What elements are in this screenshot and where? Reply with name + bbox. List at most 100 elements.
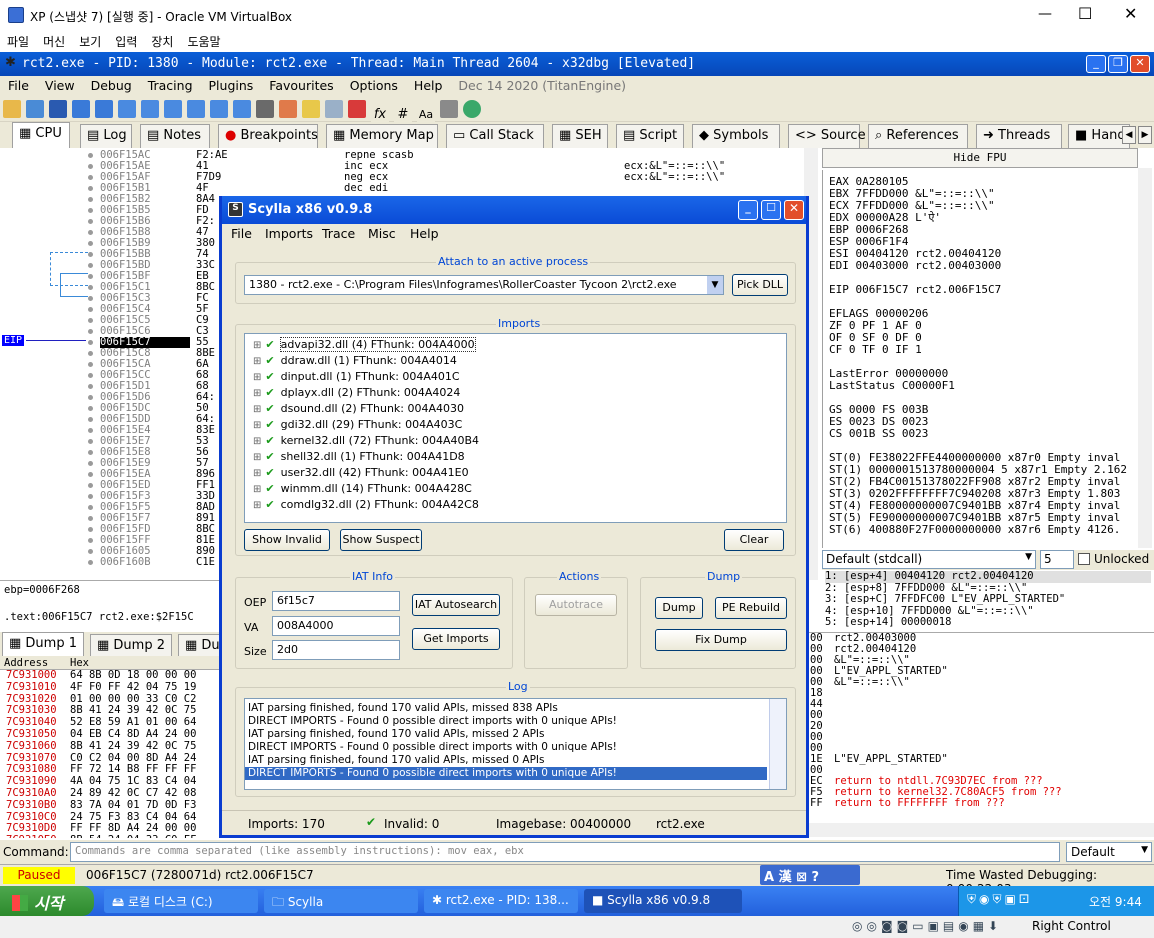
comment-icon[interactable]	[302, 100, 320, 118]
menu-help[interactable]: Help	[406, 76, 451, 95]
trace-over-icon[interactable]	[187, 100, 205, 118]
register-row[interactable]: CS 001B SS 0023	[823, 428, 1138, 440]
close-icon[interactable]: ✕	[1124, 4, 1137, 23]
vbox-menu-machine[interactable]: 머신	[36, 30, 72, 53]
bp-dot[interactable]	[88, 439, 93, 444]
taskbar-item-x32dbg[interactable]: ✱ rct2.exe - PID: 138...	[424, 889, 578, 913]
autotrace-button[interactable]: Autotrace	[535, 594, 617, 616]
expand-icon[interactable]: ⊞	[253, 404, 261, 415]
bp-dot[interactable]	[88, 230, 93, 235]
run-icon[interactable]	[72, 100, 90, 118]
dump-row[interactable]: 7C931050 04 EB C4 8D A4 24 00	[0, 728, 220, 741]
import-module-item[interactable]: ⊞ ✔ dplayx.dll (2) FThunk: 004A4024	[245, 385, 786, 401]
import-module-item[interactable]: ⊞ ✔ user32.dll (42) FThunk: 004A41E0	[245, 465, 786, 481]
expand-icon[interactable]: ⊞	[253, 436, 261, 447]
tab-handles[interactable]: ■ Hand	[1068, 124, 1130, 148]
bp-dot[interactable]	[88, 208, 93, 213]
stack-row[interactable]: 00	[808, 710, 1154, 721]
pe-rebuild-button[interactable]: PE Rebuild	[715, 597, 787, 619]
tab-script[interactable]: ▤ Script	[616, 124, 684, 148]
scylla-menu-help[interactable]: Help	[410, 226, 439, 241]
tab-source[interactable]: <> Source	[788, 124, 866, 148]
dump-row[interactable]: 7C9310A0 24 89 42 0C C7 42 08	[0, 787, 220, 800]
register-row[interactable]: ST(6) 400880F27F0000000000 x87r6 Empty 4…	[823, 524, 1138, 536]
bp-dot[interactable]	[88, 538, 93, 543]
bp-dot[interactable]	[88, 417, 93, 422]
dump-view[interactable]: Address Hex 7C931000 64 8B 0D 18 00 00 00…	[0, 656, 220, 838]
scylla-menu-imports[interactable]: Imports	[265, 226, 313, 241]
taskbar-item-scylla[interactable]: ■ Scylla x86 v0.9.8	[584, 889, 742, 913]
expand-icon[interactable]: ⊞	[253, 372, 261, 383]
get-imports-button[interactable]: Get Imports	[412, 628, 500, 650]
expand-icon[interactable]: ⊞	[253, 484, 261, 495]
bp-dot[interactable]	[88, 252, 93, 257]
log-entry[interactable]: IAT parsing finished, found 170 valid AP…	[245, 728, 767, 741]
scylla-menu-trace[interactable]: Trace	[322, 226, 355, 241]
show-suspect-button[interactable]: Show Suspect	[340, 529, 422, 551]
tab-log[interactable]: ▤ Log	[80, 124, 132, 148]
bp-dot[interactable]	[88, 505, 93, 510]
import-module-item[interactable]: ⊞ ✔ ddraw.dll (1) FThunk: 004A4014	[245, 353, 786, 369]
expand-icon[interactable]: ⊞	[253, 452, 261, 463]
bp-dot[interactable]	[88, 175, 93, 180]
bp-dot[interactable]	[88, 384, 93, 389]
pick-dll-button[interactable]: Pick DLL	[732, 274, 788, 296]
bp-dot[interactable]	[88, 362, 93, 367]
registers-view[interactable]: EAX 0A280105 EBX 7FFDD000 &L"=::=::\\" ECX…	[822, 170, 1138, 548]
bp-dot[interactable]	[88, 560, 93, 565]
run-to-user-icon[interactable]	[233, 100, 251, 118]
step-over-icon[interactable]	[141, 100, 159, 118]
scylla-maximize-icon[interactable]: ☐	[761, 200, 781, 220]
tab-scroll-left-icon[interactable]: ◀	[1122, 126, 1136, 144]
bp-dot[interactable]	[88, 472, 93, 477]
step-into-icon[interactable]	[118, 100, 136, 118]
stop-icon[interactable]	[49, 100, 67, 118]
tab-call-stack[interactable]: ▭ Call Stack	[446, 124, 544, 148]
dbg-restore-icon[interactable]: ❐	[1108, 55, 1128, 73]
dump-row[interactable]: 7C931060 8B 41 24 39 42 0C 75	[0, 740, 220, 753]
pause-icon[interactable]	[95, 100, 113, 118]
show-invalid-button[interactable]: Show Invalid	[244, 529, 330, 551]
menu-tracing[interactable]: Tracing	[140, 76, 201, 95]
log-entry[interactable]: DIRECT IMPORTS - Found 0 possible direct…	[245, 715, 767, 728]
bp-dot[interactable]	[88, 153, 93, 158]
argument-row[interactable]: 1: [esp+4] 00404120 rct2.00404120	[825, 570, 1151, 583]
execute-till-return-icon[interactable]	[210, 100, 228, 118]
register-row[interactable]: EIP 006F15C7 rct2.006F15C7	[823, 284, 1138, 296]
bp-dot[interactable]	[88, 373, 93, 378]
bp-dot[interactable]	[88, 274, 93, 279]
ime-toolbar[interactable]: A 漢 ⊠ ?	[760, 865, 860, 885]
stack-row[interactable]: 20	[808, 721, 1154, 732]
bp-dot[interactable]	[88, 450, 93, 455]
stack-view[interactable]: 00 rct2.00403000 00 rct2.00404120 00 &L"=::=:…	[808, 632, 1154, 838]
import-module-item[interactable]: ⊞ ✔ dinput.dll (1) FThunk: 004A401C	[245, 369, 786, 385]
label-icon[interactable]	[325, 100, 343, 118]
register-row[interactable]: CF 0 TF 0 IF 1	[823, 344, 1138, 356]
log-list[interactable]: IAT parsing finished, found 170 valid AP…	[244, 698, 787, 790]
menu-file[interactable]: File	[0, 76, 37, 95]
bp-dot[interactable]	[88, 296, 93, 301]
stack-row[interactable]: 44	[808, 699, 1154, 710]
stack-row[interactable]: 1E L"EV_APPL_STARTED"	[808, 754, 1154, 765]
bp-dot[interactable]	[88, 549, 93, 554]
tab-dump-3[interactable]: ▦ Du	[178, 634, 220, 658]
tab-symbols[interactable]: ◆ Symbols	[692, 124, 780, 148]
stack-row[interactable]: 18	[808, 688, 1154, 699]
bp-dot[interactable]	[88, 285, 93, 290]
register-row[interactable]: EDI 00403000 rct2.00403000	[823, 260, 1138, 272]
start-button[interactable]: 시작	[0, 886, 94, 916]
oep-field[interactable]: 6f15c7	[272, 591, 400, 611]
bp-dot[interactable]	[88, 406, 93, 411]
tab-dump-2[interactable]: ▦ Dump 2	[90, 634, 172, 658]
log-scrollbar[interactable]	[769, 699, 786, 789]
vbox-device-icons[interactable]: ◎◎◙◙▭▣▤◉▦⬇	[852, 919, 1002, 933]
menu-options[interactable]: Options	[342, 76, 406, 95]
bp-dot[interactable]	[88, 186, 93, 191]
vbox-menu-input[interactable]: 입력	[108, 30, 144, 53]
regs-scrollbar[interactable]	[1138, 168, 1152, 548]
expand-icon[interactable]: ⊞	[253, 388, 261, 399]
bp-dot[interactable]	[88, 219, 93, 224]
minimize-icon[interactable]: —	[1038, 6, 1052, 22]
callconv-select[interactable]: Default (stdcall) ▼	[822, 550, 1036, 569]
tab-references[interactable]: ⌕ References	[868, 124, 968, 148]
